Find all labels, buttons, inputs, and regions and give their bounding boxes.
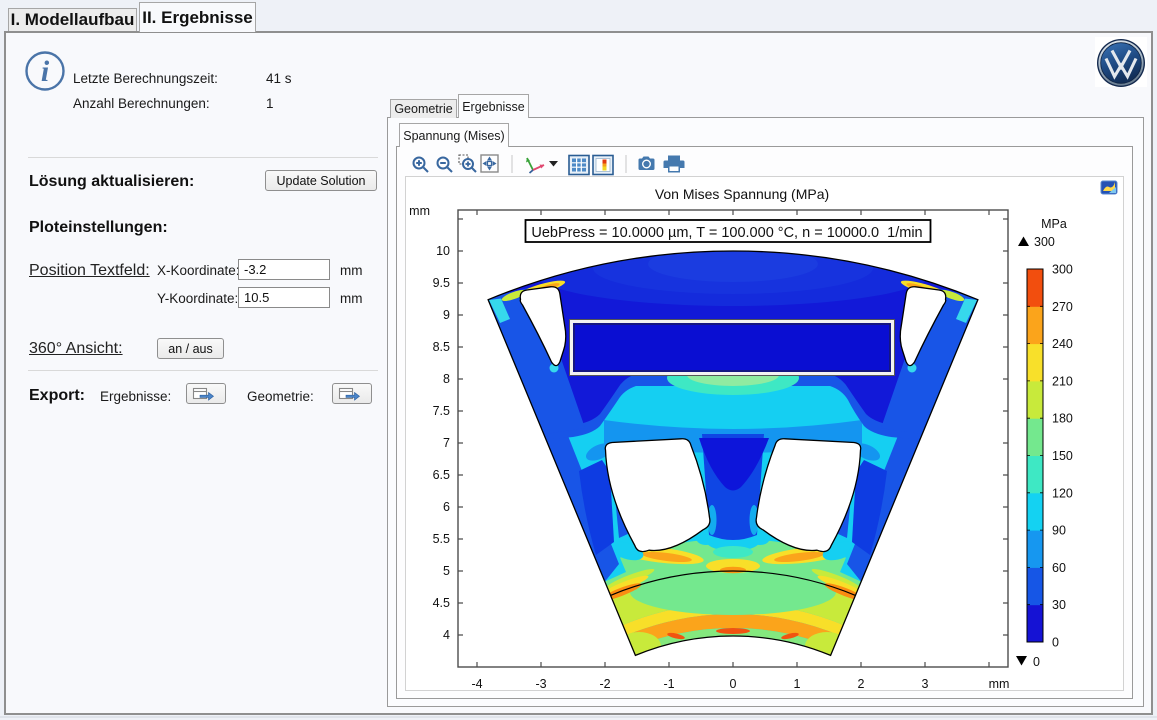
svg-text:8: 8	[443, 372, 450, 386]
svg-text:Von Mises Spannung (MPa): Von Mises Spannung (MPa)	[655, 186, 829, 202]
svg-text:5.5: 5.5	[433, 532, 450, 546]
svg-text:30: 30	[1052, 598, 1066, 612]
svg-text:4: 4	[443, 628, 450, 642]
svg-text:3: 3	[922, 677, 929, 691]
svg-text:-3: -3	[535, 677, 546, 691]
svg-text:9: 9	[443, 308, 450, 322]
svg-text:270: 270	[1052, 300, 1073, 314]
svg-text:300: 300	[1052, 263, 1073, 277]
svg-text:8.5: 8.5	[433, 340, 450, 354]
svg-text:0: 0	[730, 677, 737, 691]
svg-text:9.5: 9.5	[433, 276, 450, 290]
svg-text:-4: -4	[471, 677, 482, 691]
svg-text:1: 1	[794, 677, 801, 691]
svg-text:6.5: 6.5	[433, 468, 450, 482]
svg-text:mm: mm	[989, 677, 1010, 691]
svg-text:0: 0	[1052, 636, 1059, 650]
svg-text:7: 7	[443, 436, 450, 450]
svg-text:MPa: MPa	[1041, 217, 1067, 231]
svg-text:5: 5	[443, 564, 450, 578]
svg-text:6: 6	[443, 500, 450, 514]
svg-text:10: 10	[436, 244, 450, 258]
svg-text:300: 300	[1034, 235, 1055, 249]
svg-text:4.5: 4.5	[433, 596, 450, 610]
svg-text:180: 180	[1052, 412, 1073, 426]
svg-text:7.5: 7.5	[433, 404, 450, 418]
svg-text:-1: -1	[663, 677, 674, 691]
svg-text:-2: -2	[599, 677, 610, 691]
svg-text:210: 210	[1052, 374, 1073, 388]
svg-text:mm: mm	[409, 204, 430, 218]
svg-text:150: 150	[1052, 449, 1073, 463]
svg-text:60: 60	[1052, 561, 1066, 575]
svg-text:2: 2	[858, 677, 865, 691]
svg-text:120: 120	[1052, 486, 1073, 500]
svg-text:240: 240	[1052, 337, 1073, 351]
svg-text:0: 0	[1033, 655, 1040, 669]
svg-text:UebPress = 10.0000 µm, T = 100: UebPress = 10.0000 µm, T = 100.000 °C, n…	[531, 225, 922, 241]
svg-text:90: 90	[1052, 524, 1066, 538]
